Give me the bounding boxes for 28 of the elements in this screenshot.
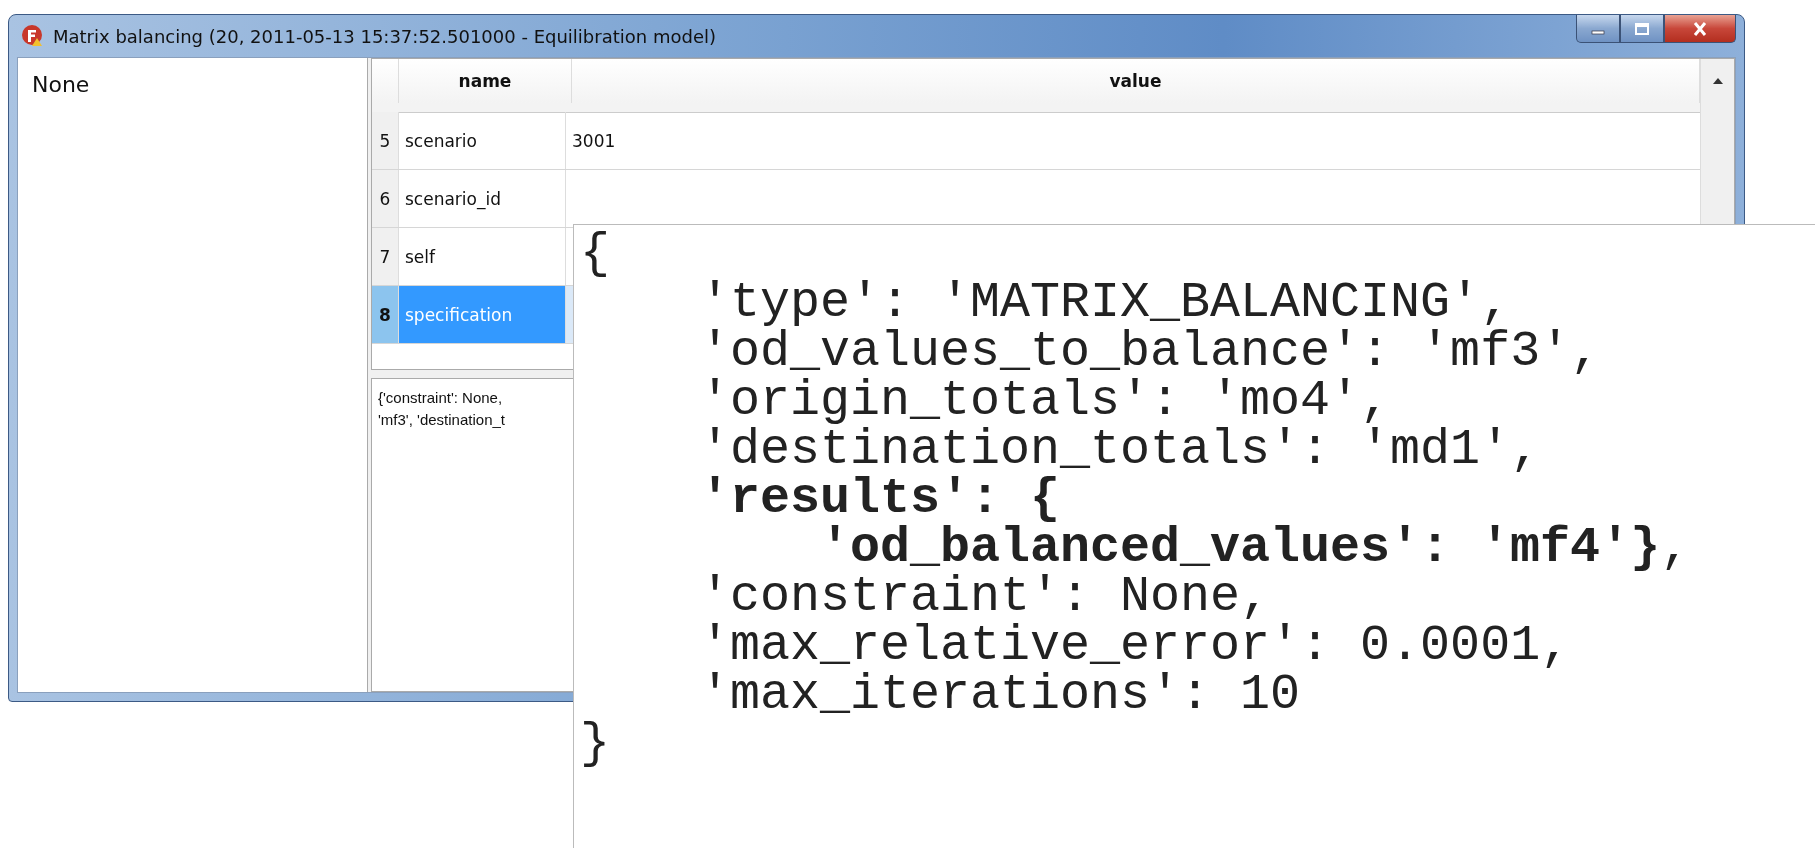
column-header[interactable]: name (399, 59, 572, 103)
code-line: } (580, 719, 610, 768)
row-number[interactable]: 6 (372, 170, 399, 227)
code-line: 'constraint': None, (700, 572, 1271, 621)
code-line: 'destination_totals': 'md1', (700, 425, 1541, 474)
app-icon (21, 24, 45, 48)
window-title: Matrix balancing (20, 2011-05-13 15:37:52.501000 - Equilibration model) (53, 25, 717, 47)
close-button[interactable] (1664, 15, 1736, 43)
table-cell[interactable]: scenario_id (399, 170, 566, 227)
table-cell[interactable]: 3001 (566, 112, 1700, 169)
detail-text: {'constraint': None, 'mf3', 'destination_t (378, 389, 505, 428)
minimize-button[interactable] (1576, 15, 1620, 43)
table-cell[interactable]: scenario (399, 112, 566, 169)
code-line: 'origin_totals': 'mo4', (700, 376, 1391, 425)
scroll-up-icon[interactable] (1711, 77, 1724, 85)
code-line: 'results': { (700, 474, 1061, 523)
row-number[interactable]: 8 (372, 286, 399, 343)
maximize-button[interactable] (1620, 15, 1664, 43)
left-pane-text: None (32, 72, 90, 97)
code-line: { (580, 229, 610, 278)
code-line: 'type': 'MATRIX_BALANCING', (700, 278, 1511, 327)
row-number[interactable]: 5 (372, 112, 399, 169)
table-cell[interactable]: self (399, 228, 566, 285)
code-line: 'od_balanced_values': 'mf4'}, (820, 523, 1691, 572)
code-line: 'od_values_to_balance': 'mf3', (700, 327, 1601, 376)
row-number[interactable]: 7 (372, 228, 399, 285)
code-line: 'max_iterations': 10 (700, 670, 1301, 719)
code-line: 'max_relative_error': 0.0001, (700, 621, 1571, 670)
